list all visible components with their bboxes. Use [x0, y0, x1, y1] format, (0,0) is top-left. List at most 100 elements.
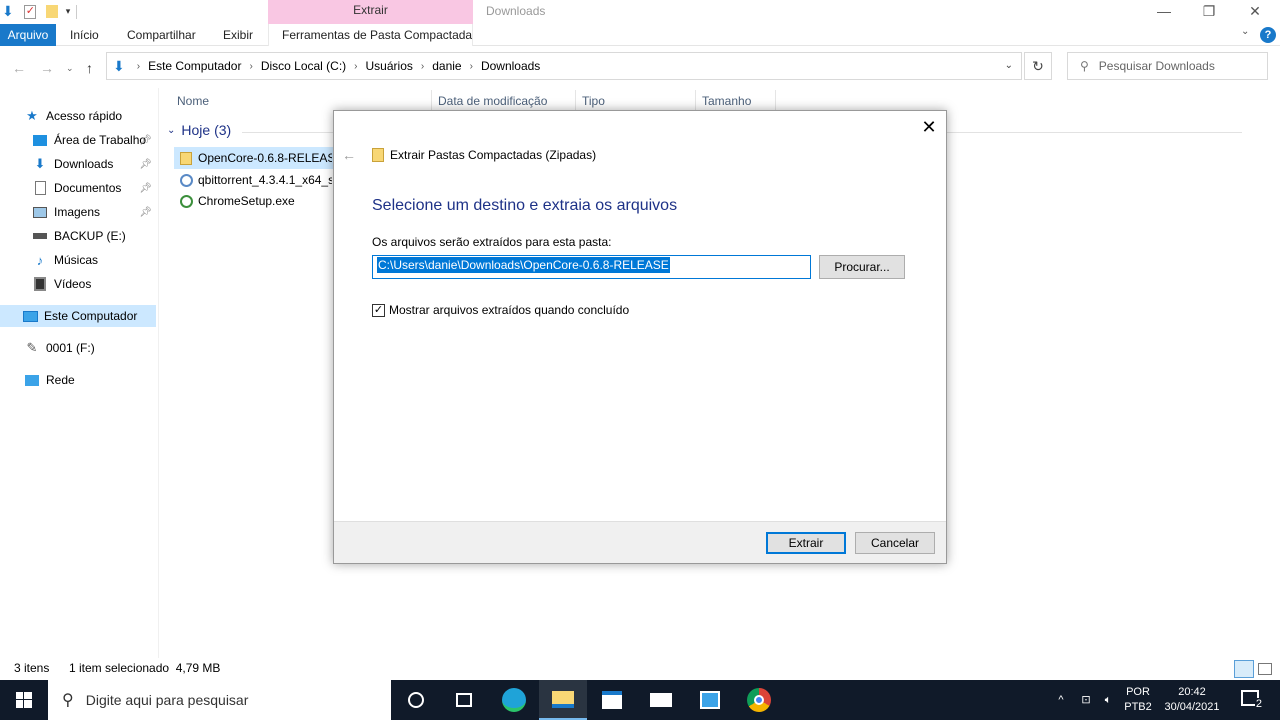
- address-bar[interactable]: ⬇ › Este Computador › Disco Local (C:) › Us…: [106, 52, 1022, 80]
- extract-dialog: ✕ ← Extrair Pastas Compactadas (Zipadas)…: [333, 110, 947, 564]
- window-title: Downloads: [486, 4, 546, 18]
- search-input[interactable]: ⚲ Pesquisar Downloads: [1067, 52, 1268, 80]
- network-tray-icon[interactable]: ⊡: [1076, 680, 1096, 720]
- column-header-size[interactable]: Tamanho: [702, 90, 751, 112]
- cortana-icon[interactable]: [392, 680, 440, 720]
- chrome-icon[interactable]: [735, 680, 783, 720]
- start-button[interactable]: [0, 680, 48, 720]
- column-header-name[interactable]: Nome: [177, 90, 209, 112]
- nav-desktop[interactable]: Área de Trabalho 📌︎: [0, 129, 156, 151]
- close-button[interactable]: ✕: [1235, 2, 1275, 22]
- breadcrumb-downloads[interactable]: Downloads: [481, 59, 540, 73]
- column-header-type[interactable]: Tipo: [582, 90, 605, 112]
- file-row[interactable]: OpenCore-0.6.8-RELEASE.zip: [174, 147, 334, 169]
- pin-icon[interactable]: 📌︎: [139, 207, 152, 218]
- address-dropdown-icon[interactable]: ⌄: [1005, 60, 1013, 71]
- maximize-button[interactable]: ❐: [1189, 2, 1229, 22]
- store-icon[interactable]: [588, 680, 636, 720]
- volume-icon[interactable]: 🔈︎: [1098, 680, 1118, 720]
- download-arrow-icon[interactable]: ⬇: [2, 3, 14, 20]
- language-indicator[interactable]: POR PTB2: [1120, 680, 1156, 720]
- large-icons-view-icon[interactable]: [1258, 663, 1272, 675]
- dialog-heading: Selecione um destino e extraia os arquiv…: [372, 197, 678, 214]
- edge-icon[interactable]: [490, 680, 538, 720]
- minimize-button[interactable]: —: [1144, 2, 1184, 22]
- details-view-icon[interactable]: [1234, 660, 1254, 678]
- file-explorer-icon[interactable]: [539, 680, 587, 720]
- column-header-modified[interactable]: Data de modificação: [438, 90, 547, 112]
- cancel-button[interactable]: Cancelar: [855, 532, 935, 554]
- navigation-pane: ★ Acesso rápido Área de Trabalho 📌︎ ⬇ Do…: [0, 88, 158, 658]
- new-folder-icon[interactable]: [45, 5, 58, 18]
- group-header-today[interactable]: ⌄ Hoje (3): [167, 122, 1242, 138]
- browse-button[interactable]: Procurar...: [819, 255, 905, 279]
- tab-share[interactable]: Compartilhar: [127, 24, 196, 46]
- tab-compressed-folder-tools[interactable]: Ferramentas de Pasta Compactada: [282, 24, 472, 46]
- back-arrow-icon[interactable]: ←: [12, 60, 26, 76]
- file-row[interactable]: qbittorrent_4.3.4.1_x64_setup.exe: [174, 169, 334, 191]
- recent-locations-icon[interactable]: ⌄: [66, 63, 74, 74]
- taskbar: ⚲ Digite aqui para pesquisar ^ ⊡ 🔈︎ POR …: [0, 680, 1280, 720]
- column-separator[interactable]: [575, 90, 576, 112]
- file-name: OpenCore-0.6.8-RELEASE.zip: [198, 151, 332, 165]
- properties-icon[interactable]: ✓: [23, 4, 36, 19]
- address-row: ← → ⌄ ↑ ⬇ › Este Computador › Disco Local …: [0, 46, 1280, 88]
- nav-backup-drive[interactable]: BACKUP (E:): [0, 225, 156, 247]
- tab-view[interactable]: Exibir: [223, 24, 253, 46]
- pin-icon[interactable]: 📌︎: [139, 183, 152, 194]
- nav-quick-access[interactable]: ★ Acesso rápido: [0, 105, 156, 127]
- up-arrow-icon[interactable]: ↑: [86, 60, 93, 76]
- taskbar-search-input[interactable]: ⚲ Digite aqui para pesquisar: [48, 680, 391, 720]
- refresh-icon[interactable]: ↻: [1024, 52, 1052, 80]
- nav-music[interactable]: ♪ Músicas: [0, 249, 156, 271]
- pin-icon[interactable]: 📌︎: [139, 159, 152, 170]
- group-label: Hoje (3): [181, 122, 232, 138]
- usb-drive-icon: ✎: [26, 340, 38, 355]
- nav-videos[interactable]: Vídeos: [0, 273, 156, 295]
- tab-file[interactable]: Arquivo: [0, 24, 56, 46]
- notifications-button[interactable]: 2: [1236, 680, 1264, 720]
- breadcrumb-danie[interactable]: danie: [432, 59, 461, 73]
- extract-button[interactable]: Extrair: [766, 532, 846, 554]
- show-files-checkbox-row[interactable]: ✓ Mostrar arquivos extraídos quando conc…: [372, 303, 629, 317]
- nav-documents[interactable]: Documentos 📌︎: [0, 177, 156, 199]
- expand-ribbon-icon[interactable]: ⌄: [1241, 26, 1249, 37]
- pin-icon[interactable]: 📌︎: [139, 135, 152, 146]
- mail-icon[interactable]: [637, 680, 685, 720]
- pictures-icon: [32, 204, 48, 220]
- video-icon: [32, 276, 48, 292]
- zip-folder-icon: [372, 148, 384, 162]
- show-files-checkbox[interactable]: ✓: [372, 303, 385, 317]
- nav-pictures[interactable]: Imagens 📌︎: [0, 201, 156, 223]
- breadcrumb-users[interactable]: Usuários: [366, 59, 413, 73]
- network-icon: [24, 372, 40, 388]
- column-separator[interactable]: [775, 90, 776, 112]
- nav-this-pc[interactable]: Este Computador: [0, 305, 156, 327]
- keyboard-layout: PTB2: [1124, 701, 1152, 713]
- show-hidden-icons-icon[interactable]: ^: [1052, 680, 1070, 720]
- document-icon: [32, 180, 48, 196]
- clock-date: 30/04/2021: [1164, 701, 1220, 713]
- tab-home[interactable]: Início: [70, 24, 99, 46]
- task-view-icon[interactable]: [440, 680, 488, 720]
- dialog-close-button[interactable]: ✕: [918, 117, 940, 139]
- help-icon[interactable]: ?: [1260, 27, 1276, 43]
- nav-network[interactable]: Rede: [0, 369, 156, 391]
- forward-arrow-icon[interactable]: →: [40, 60, 54, 76]
- pane-divider[interactable]: [158, 88, 159, 658]
- file-row[interactable]: ChromeSetup.exe: [174, 190, 334, 212]
- breadcrumb-this-pc[interactable]: Este Computador: [148, 59, 241, 73]
- column-separator[interactable]: [431, 90, 432, 112]
- dialog-back-arrow-icon[interactable]: ←: [342, 147, 356, 163]
- destination-path-input[interactable]: C:\Users\danie\Downloads\OpenCore-0.6.8-…: [372, 255, 811, 279]
- clock[interactable]: 20:42 30/04/2021: [1160, 680, 1224, 720]
- breadcrumb-local-disk[interactable]: Disco Local (C:): [261, 59, 346, 73]
- destination-label: Os arquivos serão extraídos para esta pa…: [372, 235, 612, 249]
- desktop-icon: [32, 132, 48, 148]
- star-icon: ★: [26, 108, 38, 123]
- nav-drive-f[interactable]: ✎ 0001 (F:): [0, 337, 156, 359]
- nav-downloads[interactable]: ⬇ Downloads 📌︎: [0, 153, 156, 175]
- chevron-down-icon[interactable]: ▾: [66, 6, 71, 17]
- column-separator[interactable]: [695, 90, 696, 112]
- app-icon[interactable]: [686, 680, 734, 720]
